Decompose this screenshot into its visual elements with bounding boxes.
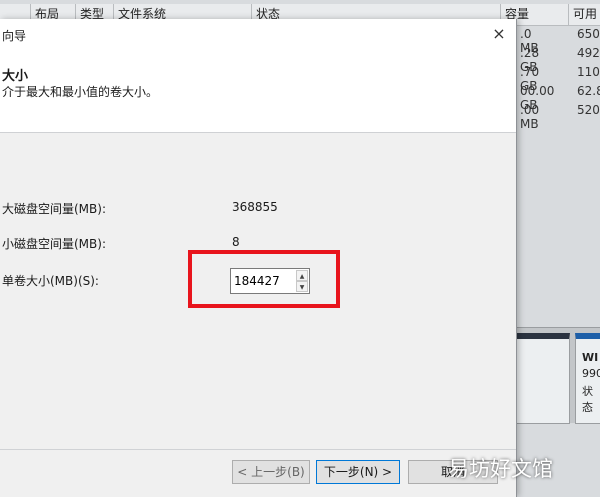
partition-size: 990 [582, 367, 600, 380]
step-description: 介于最大和最小值的卷大小。 [2, 85, 159, 99]
volume-free: 110 [577, 65, 600, 79]
volume-free: 650 [577, 27, 600, 41]
red-highlight-annotation [188, 250, 340, 308]
min-space-label: 小磁盘空间量(MB): [2, 237, 106, 251]
disk-partition-block[interactable] [516, 333, 570, 424]
close-icon[interactable]: × [490, 25, 508, 43]
partition-status: 状态 [582, 385, 593, 414]
step-title: 大小 [2, 69, 29, 84]
disk-partition-block-primary[interactable]: WI 990 状态 [575, 333, 600, 424]
volume-free: 492 [577, 46, 600, 60]
column-free[interactable]: 可用 [568, 4, 600, 25]
max-space-label: 大磁盘空间量(MB): [2, 202, 106, 216]
watermark-text: 易坊好文馆 [448, 457, 553, 481]
volume-capacity: .00 MB [520, 103, 540, 131]
volume-size-label: 单卷大小(MB)(S): [2, 274, 99, 288]
min-space-value: 8 [232, 235, 240, 249]
footer-divider [0, 449, 516, 450]
volume-free: 520 [577, 103, 600, 117]
dialog-title: 向导 [2, 29, 27, 43]
dialog-titlebar: 向导 × [0, 19, 516, 49]
next-button[interactable]: 下一步(N) > [316, 460, 400, 484]
max-space-value: 368855 [232, 200, 278, 214]
partition-name: WI [582, 351, 599, 364]
volume-free: 62.8 [577, 84, 600, 98]
back-button[interactable]: < 上一步(B) [232, 460, 310, 484]
wizard-header: 大小 介于最大和最小值的卷大小。 [0, 49, 516, 133]
